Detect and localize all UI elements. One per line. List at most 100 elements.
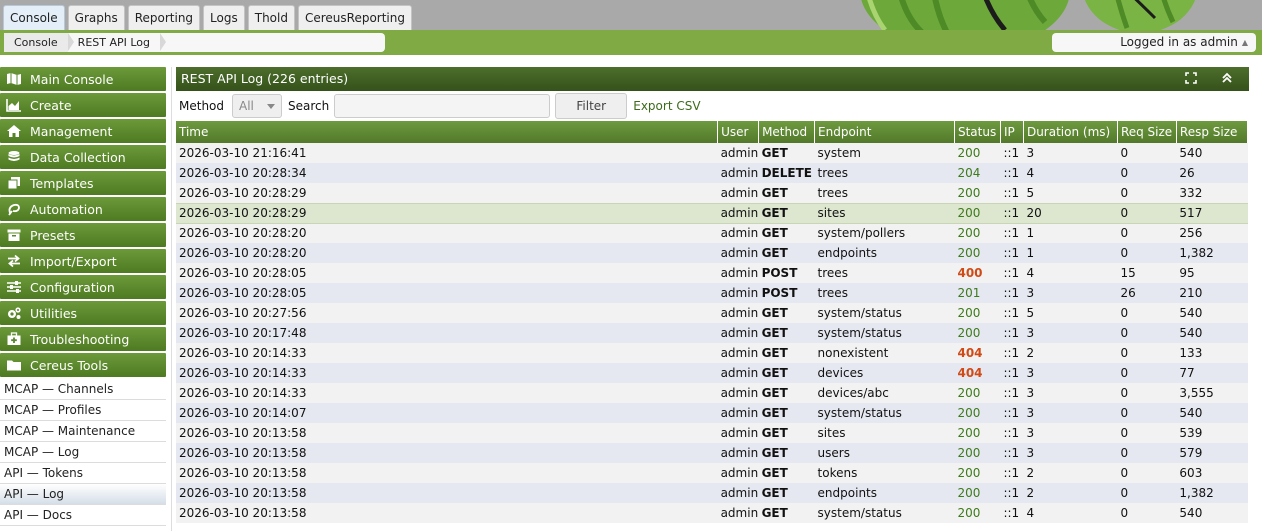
cell-duration: 3: [1023, 423, 1118, 443]
fullscreen-icon[interactable]: [1181, 67, 1201, 91]
table-row[interactable]: 2026-03-10 20:28:20 admin GET endpoints 200:…: [176, 243, 1248, 263]
cell-endpoint: devices: [814, 363, 955, 383]
table-row[interactable]: 2026-03-10 21:16:41 admin GET system 200::1 3…: [176, 143, 1248, 163]
breadcrumb-rest-api-log[interactable]: REST API Log: [68, 33, 167, 52]
table-row[interactable]: 2026-03-10 20:28:05 admin POST trees 400::1 4…: [176, 263, 1248, 283]
cell-endpoint: trees: [814, 163, 955, 183]
table-row[interactable]: 2026-03-10 20:17:48 admin GET system/status…: [176, 323, 1248, 343]
sidebar-divider: [171, 67, 172, 531]
subnav-mcap-profiles[interactable]: MCAP — Profiles: [0, 400, 166, 421]
user-menu[interactable]: Logged in as admin ▲: [1052, 33, 1256, 52]
cell-method: GET: [758, 223, 815, 243]
subnav-api-tokens[interactable]: API — Tokens: [0, 463, 166, 484]
automation-icon: [8, 203, 20, 216]
cell-resp-size: 133: [1176, 343, 1248, 363]
nav-templates[interactable]: Templates: [0, 171, 166, 195]
table-row[interactable]: 2026-03-10 20:28:29 admin GET trees 200::1 5 0…: [176, 183, 1248, 203]
cell-status: 200: [954, 403, 1001, 423]
tab-cereusreporting[interactable]: CereusReporting: [297, 5, 412, 30]
subnav-api-log[interactable]: API — Log: [0, 484, 166, 505]
subnav-mcap-maintenance[interactable]: MCAP — Maintenance: [0, 421, 166, 442]
archive-icon: [7, 229, 21, 241]
cell-time: 2026-03-10 20:28:29: [176, 202, 718, 224]
cell-duration: 20: [1023, 202, 1118, 224]
cell-endpoint: tokens: [814, 463, 955, 483]
table-row[interactable]: 2026-03-10 20:14:07 admin GET system/status…: [176, 403, 1248, 423]
tab-logs[interactable]: Logs: [203, 5, 245, 30]
method-select[interactable]: All: [232, 94, 283, 118]
cell-method: POST: [758, 283, 815, 303]
column-header-method[interactable]: Method: [758, 121, 816, 143]
column-header-ip[interactable]: IP: [1000, 121, 1024, 143]
subnav-mcap-channels[interactable]: MCAP — Channels: [0, 379, 166, 400]
nav-label: Management: [30, 123, 113, 139]
search-input[interactable]: [334, 94, 551, 118]
subnav-api-docs[interactable]: API — Docs: [0, 505, 166, 526]
cell-method: DELETE: [758, 163, 815, 183]
nav-cereus-tools[interactable]: Cereus Tools: [0, 353, 166, 377]
table-row[interactable]: 2026-03-10 20:28:29 admin GET sites 200::1 20…: [176, 202, 1248, 224]
table-row[interactable]: 2026-03-10 20:13:58 admin GET endpoints 200:…: [176, 483, 1248, 503]
cell-status: 404: [954, 363, 1001, 383]
table-row[interactable]: 2026-03-10 20:13:58 admin GET users 200::1 3 0…: [176, 443, 1248, 463]
table-row[interactable]: 2026-03-10 20:14:33 admin GET nonexistent 40…: [176, 343, 1248, 363]
tab-console[interactable]: Console: [3, 5, 65, 30]
cell-ip: ::1: [1000, 243, 1024, 263]
table-row[interactable]: 2026-03-10 20:14:33 admin GET devices 404::1…: [176, 363, 1248, 383]
nav-create[interactable]: Create: [0, 93, 166, 117]
table-row[interactable]: 2026-03-10 20:27:56 admin GET system/status…: [176, 303, 1248, 323]
nav-configuration[interactable]: Configuration: [0, 275, 166, 299]
cell-status: 200: [954, 303, 1001, 323]
tab-thold[interactable]: Thold: [247, 5, 295, 30]
column-header-status[interactable]: Status: [954, 121, 1001, 143]
breadcrumb-console[interactable]: Console: [4, 33, 74, 52]
cell-req-size: 0: [1117, 403, 1177, 423]
table-row[interactable]: 2026-03-10 20:13:58 admin GET tokens 200::1 2…: [176, 463, 1248, 483]
column-header-user[interactable]: User: [717, 121, 760, 143]
method-label: Method: [179, 99, 225, 113]
nav-utilities[interactable]: Utilities: [0, 301, 166, 325]
cell-user: admin: [717, 483, 759, 503]
table-row[interactable]: 2026-03-10 20:28:34 admin DELETE trees 204::…: [176, 163, 1248, 183]
column-header-req-size[interactable]: Req Size: [1117, 121, 1177, 143]
cell-time: 2026-03-10 20:13:58: [176, 503, 718, 523]
cell-resp-size: 95: [1176, 263, 1248, 283]
nav-management[interactable]: Management: [0, 119, 166, 143]
table-row[interactable]: 2026-03-10 20:13:58 admin GET system/status…: [176, 503, 1248, 523]
main-tabs: Console Graphs Reporting Logs Thold Cere…: [3, 5, 412, 30]
export-csv-link[interactable]: Export CSV: [633, 99, 700, 113]
cell-status: 200: [954, 503, 1001, 523]
cell-time: 2026-03-10 20:28:20: [176, 243, 718, 263]
cell-duration: 4: [1023, 263, 1118, 283]
nav-automation[interactable]: Automation: [0, 197, 166, 221]
filter-button[interactable]: Filter: [555, 93, 628, 119]
exchange-icon: [8, 254, 20, 268]
subnav-mcap-log[interactable]: MCAP — Log: [0, 442, 166, 463]
cell-ip: ::1: [1000, 363, 1024, 383]
nav-troubleshooting[interactable]: Troubleshooting: [0, 327, 166, 351]
cell-endpoint: users: [814, 443, 955, 463]
nav-presets[interactable]: Presets: [0, 223, 166, 247]
cell-ip: ::1: [1000, 423, 1024, 443]
cell-req-size: 0: [1117, 463, 1177, 483]
cell-resp-size: 603: [1176, 463, 1248, 483]
column-header-endpoint[interactable]: Endpoint: [814, 121, 955, 143]
column-header-duration[interactable]: Duration (ms): [1023, 121, 1118, 143]
search-label: Search: [288, 99, 330, 113]
table-row[interactable]: 2026-03-10 20:13:58 admin GET sites 200::1 3 0…: [176, 423, 1248, 443]
tab-reporting[interactable]: Reporting: [127, 5, 201, 30]
table-row[interactable]: 2026-03-10 20:14:33 admin GET devices/abc 20…: [176, 383, 1248, 403]
tab-graphs[interactable]: Graphs: [67, 5, 125, 30]
nav-data-collection[interactable]: Data Collection: [0, 145, 166, 169]
table-row[interactable]: 2026-03-10 20:28:20 admin GET system/poller…: [176, 223, 1248, 243]
cell-ip: ::1: [1000, 383, 1024, 403]
collapse-icon[interactable]: [1217, 67, 1237, 91]
nav-main-console[interactable]: Main Console: [0, 67, 166, 91]
cell-ip: ::1: [1000, 343, 1024, 363]
column-header-resp-size[interactable]: Resp Size: [1176, 121, 1249, 143]
column-header-time[interactable]: Time: [176, 121, 719, 143]
table-row[interactable]: 2026-03-10 20:28:05 admin POST trees 201::1 3…: [176, 283, 1248, 303]
nav-import-export[interactable]: Import/Export: [0, 249, 166, 273]
cell-req-size: 0: [1117, 183, 1177, 203]
cell-endpoint: endpoints: [814, 243, 955, 263]
